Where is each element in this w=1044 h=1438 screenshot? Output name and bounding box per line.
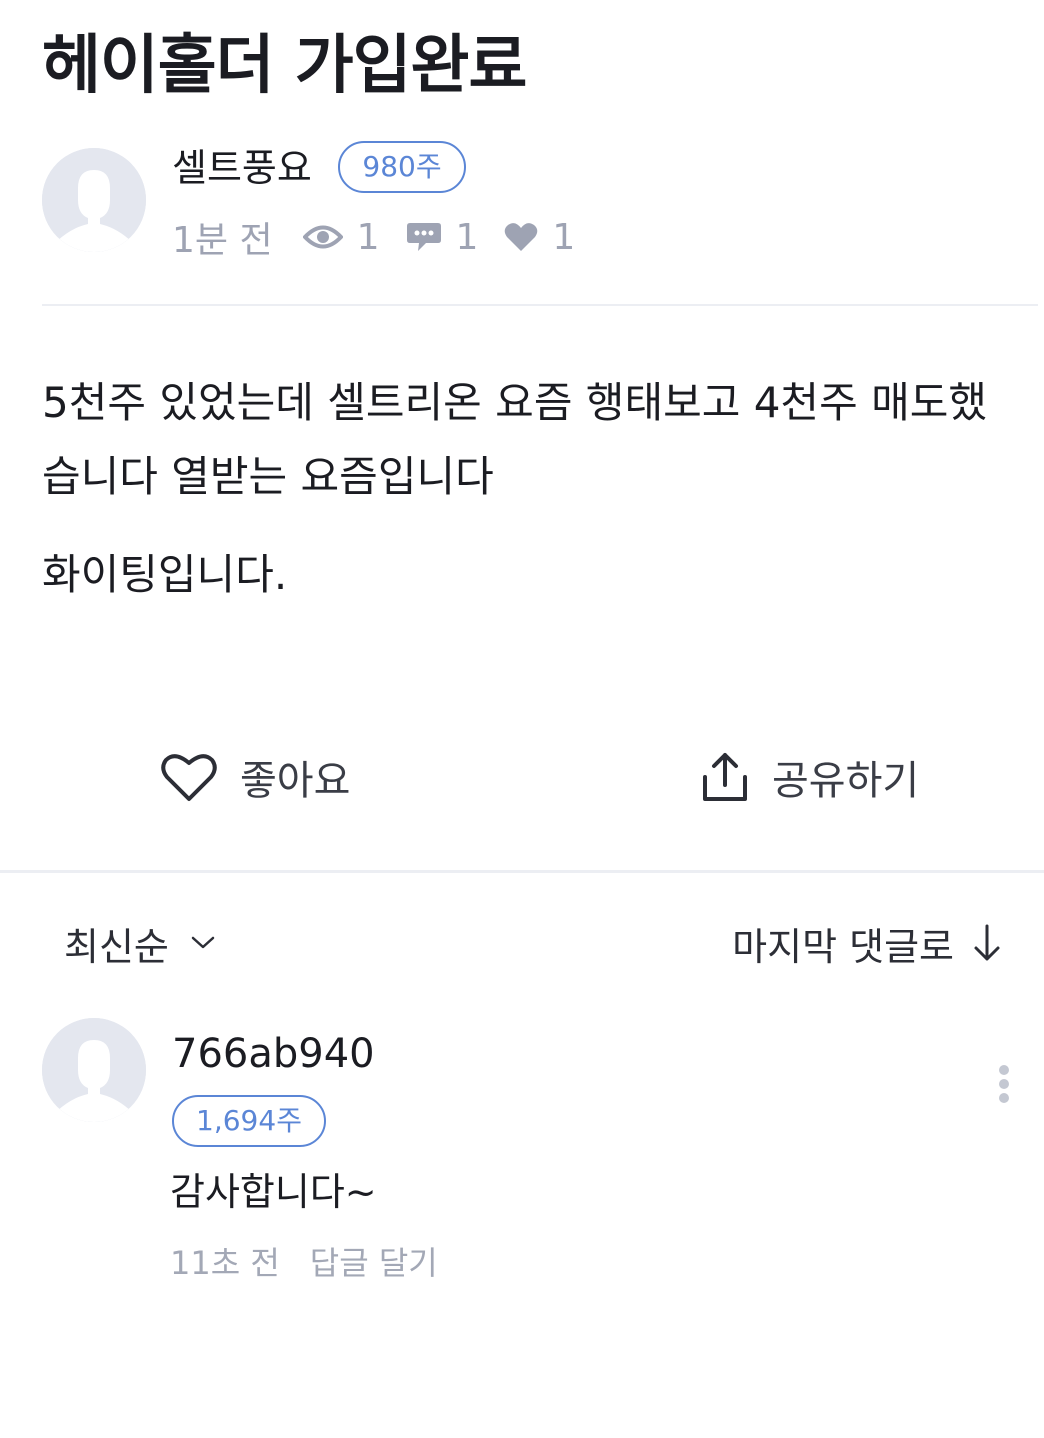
heart-filled-icon bbox=[504, 222, 538, 252]
chevron-down-icon bbox=[191, 936, 215, 949]
sort-label: 최신순 bbox=[64, 924, 169, 969]
heart-outline-icon bbox=[161, 754, 217, 801]
avatar-placeholder-icon bbox=[42, 1018, 146, 1122]
comment-count: 1 bbox=[455, 216, 479, 258]
post-body-paragraph: 화이팅입니다. bbox=[42, 550, 288, 599]
post-title: 헤이홀더 가입완료 bbox=[42, 29, 527, 103]
post-meta: 1분 전 1 1 1 bbox=[172, 212, 601, 262]
like-button[interactable]: 좋아요 bbox=[160, 744, 350, 810]
eye-icon bbox=[302, 224, 343, 250]
jump-label: 마지막 댓글로 bbox=[732, 924, 954, 969]
comment-text: 감사합니다~ bbox=[170, 1170, 377, 1214]
jump-to-last-comment-button[interactable]: 마지막 댓글로 bbox=[732, 916, 1002, 970]
comment-avatar[interactable] bbox=[42, 1018, 146, 1122]
sort-dropdown[interactable]: 최신순 bbox=[64, 916, 215, 970]
like-button-label: 좋아요 bbox=[240, 758, 351, 804]
divider bbox=[42, 304, 1038, 306]
author-share-badge: 980주 bbox=[338, 141, 466, 193]
comment-share-badge: 1,694주 bbox=[172, 1095, 326, 1147]
like-count: 1 bbox=[552, 216, 576, 258]
more-vertical-icon[interactable] bbox=[994, 1064, 1014, 1104]
comment-bubble-icon bbox=[406, 221, 442, 253]
view-count: 1 bbox=[356, 216, 380, 258]
comment-time: 11초 전 bbox=[170, 1244, 280, 1282]
author-avatar[interactable] bbox=[42, 148, 146, 252]
reply-button[interactable]: 답글 달기 bbox=[310, 1240, 438, 1286]
share-icon bbox=[703, 753, 747, 801]
share-button[interactable]: 공유하기 bbox=[700, 744, 919, 810]
post-body-paragraph: 5천주 있었는데 셀트리온 요즘 행태보고 4천주 매도했습니다 열받는 요즘입… bbox=[42, 378, 987, 501]
section-divider bbox=[0, 870, 1044, 873]
arrow-down-icon bbox=[974, 924, 1000, 961]
post-time: 1분 전 bbox=[172, 220, 273, 261]
avatar-placeholder-icon bbox=[42, 148, 146, 252]
author-name[interactable]: 셀트풍요 bbox=[172, 144, 312, 192]
share-button-label: 공유하기 bbox=[772, 758, 920, 804]
comment-username[interactable]: 766ab940 bbox=[172, 1028, 375, 1080]
comment-meta: 11초 전 답글 달기 bbox=[170, 1240, 438, 1286]
